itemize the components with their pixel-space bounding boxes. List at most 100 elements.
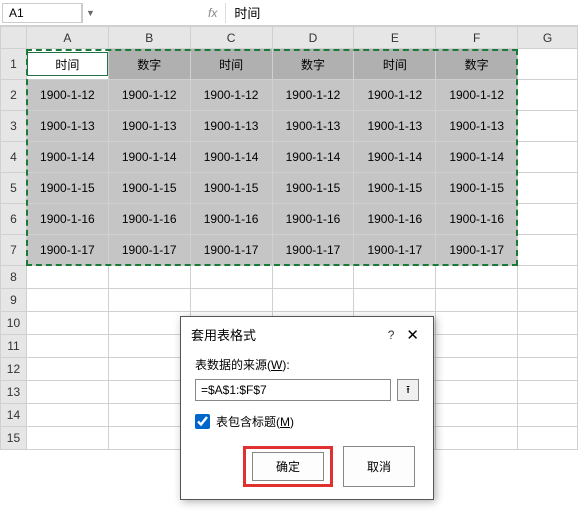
data-cell[interactable]: 1900-1-12 xyxy=(272,80,354,111)
data-cell[interactable]: 时间 xyxy=(26,49,108,80)
range-input[interactable] xyxy=(195,379,391,401)
row-header[interactable]: 3 xyxy=(1,111,27,142)
data-cell[interactable]: 1900-1-15 xyxy=(354,173,436,204)
data-cell[interactable]: 1900-1-13 xyxy=(190,111,272,142)
data-cell[interactable]: 1900-1-15 xyxy=(26,173,108,204)
empty-cell[interactable] xyxy=(518,80,578,111)
data-cell[interactable]: 1900-1-12 xyxy=(26,80,108,111)
column-header[interactable]: A xyxy=(26,27,108,49)
data-cell[interactable]: 1900-1-16 xyxy=(190,204,272,235)
ok-button[interactable]: 确定 xyxy=(252,452,324,481)
data-cell[interactable]: 1900-1-13 xyxy=(26,111,108,142)
data-cell[interactable]: 1900-1-13 xyxy=(272,111,354,142)
data-cell[interactable]: 1900-1-14 xyxy=(26,142,108,173)
row-header[interactable]: 8 xyxy=(1,266,27,289)
empty-cell[interactable] xyxy=(518,173,578,204)
empty-cell[interactable] xyxy=(518,427,578,450)
data-cell[interactable]: 1900-1-15 xyxy=(436,173,518,204)
data-cell[interactable]: 1900-1-13 xyxy=(354,111,436,142)
empty-cell[interactable] xyxy=(354,266,436,289)
empty-cell[interactable] xyxy=(518,142,578,173)
empty-cell[interactable] xyxy=(108,266,190,289)
data-cell[interactable]: 1900-1-16 xyxy=(272,204,354,235)
fx-label[interactable]: fx xyxy=(208,6,217,20)
empty-cell[interactable] xyxy=(108,289,190,312)
empty-cell[interactable] xyxy=(518,312,578,335)
data-cell[interactable]: 1900-1-14 xyxy=(272,142,354,173)
empty-cell[interactable] xyxy=(518,358,578,381)
name-box-dropdown[interactable]: ▼ xyxy=(82,3,98,23)
data-cell[interactable]: 1900-1-16 xyxy=(108,204,190,235)
column-header[interactable]: G xyxy=(518,27,578,49)
data-cell[interactable]: 1900-1-12 xyxy=(436,80,518,111)
empty-cell[interactable] xyxy=(108,335,190,358)
data-cell[interactable]: 1900-1-14 xyxy=(108,142,190,173)
empty-cell[interactable] xyxy=(518,204,578,235)
empty-cell[interactable] xyxy=(272,266,354,289)
data-cell[interactable]: 1900-1-16 xyxy=(26,204,108,235)
empty-cell[interactable] xyxy=(518,235,578,266)
data-cell[interactable]: 1900-1-15 xyxy=(108,173,190,204)
data-cell[interactable]: 1900-1-16 xyxy=(354,204,436,235)
row-header[interactable]: 9 xyxy=(1,289,27,312)
column-header[interactable]: C xyxy=(190,27,272,49)
empty-cell[interactable] xyxy=(436,358,518,381)
row-header[interactable]: 7 xyxy=(1,235,27,266)
empty-cell[interactable] xyxy=(354,289,436,312)
collapse-dialog-button[interactable]: ⭱ xyxy=(397,379,419,401)
data-cell[interactable]: 1900-1-12 xyxy=(190,80,272,111)
column-header[interactable]: B xyxy=(108,27,190,49)
row-header[interactable]: 4 xyxy=(1,142,27,173)
data-cell[interactable]: 1900-1-17 xyxy=(272,235,354,266)
empty-cell[interactable] xyxy=(26,289,108,312)
empty-cell[interactable] xyxy=(26,404,108,427)
row-header[interactable]: 5 xyxy=(1,173,27,204)
data-cell[interactable]: 1900-1-12 xyxy=(354,80,436,111)
empty-cell[interactable] xyxy=(26,266,108,289)
data-cell[interactable]: 时间 xyxy=(190,49,272,80)
empty-cell[interactable] xyxy=(26,381,108,404)
empty-cell[interactable] xyxy=(108,358,190,381)
column-header[interactable]: F xyxy=(436,27,518,49)
data-cell[interactable]: 1900-1-14 xyxy=(436,142,518,173)
select-all-corner[interactable] xyxy=(1,27,27,49)
row-header[interactable]: 11 xyxy=(1,335,27,358)
data-cell[interactable]: 数字 xyxy=(108,49,190,80)
row-header[interactable]: 6 xyxy=(1,204,27,235)
row-header[interactable]: 12 xyxy=(1,358,27,381)
formula-input[interactable] xyxy=(225,3,578,23)
empty-cell[interactable] xyxy=(518,289,578,312)
data-cell[interactable]: 1900-1-17 xyxy=(26,235,108,266)
column-header[interactable]: D xyxy=(272,27,354,49)
data-cell[interactable]: 1900-1-14 xyxy=(354,142,436,173)
data-cell[interactable]: 1900-1-12 xyxy=(108,80,190,111)
has-headers-label[interactable]: 表包含标题(M) xyxy=(216,413,294,430)
empty-cell[interactable] xyxy=(518,266,578,289)
empty-cell[interactable] xyxy=(518,404,578,427)
empty-cell[interactable] xyxy=(436,312,518,335)
empty-cell[interactable] xyxy=(436,335,518,358)
data-cell[interactable]: 1900-1-17 xyxy=(190,235,272,266)
has-headers-checkbox[interactable] xyxy=(195,414,210,429)
empty-cell[interactable] xyxy=(518,111,578,142)
data-cell[interactable]: 1900-1-15 xyxy=(190,173,272,204)
data-cell[interactable]: 1900-1-17 xyxy=(436,235,518,266)
row-header[interactable]: 13 xyxy=(1,381,27,404)
data-cell[interactable]: 1900-1-17 xyxy=(108,235,190,266)
empty-cell[interactable] xyxy=(518,49,578,80)
row-header[interactable]: 1 xyxy=(1,49,27,80)
row-header[interactable]: 14 xyxy=(1,404,27,427)
data-cell[interactable]: 1900-1-14 xyxy=(190,142,272,173)
empty-cell[interactable] xyxy=(272,289,354,312)
row-header[interactable]: 2 xyxy=(1,80,27,111)
empty-cell[interactable] xyxy=(436,266,518,289)
row-header[interactable]: 15 xyxy=(1,427,27,450)
data-cell[interactable]: 数字 xyxy=(272,49,354,80)
empty-cell[interactable] xyxy=(108,404,190,427)
empty-cell[interactable] xyxy=(108,427,190,450)
data-cell[interactable]: 1900-1-15 xyxy=(272,173,354,204)
dialog-help-button[interactable]: ? xyxy=(380,328,403,342)
dialog-close-button[interactable]: ✕ xyxy=(402,326,423,344)
empty-cell[interactable] xyxy=(26,335,108,358)
empty-cell[interactable] xyxy=(26,358,108,381)
